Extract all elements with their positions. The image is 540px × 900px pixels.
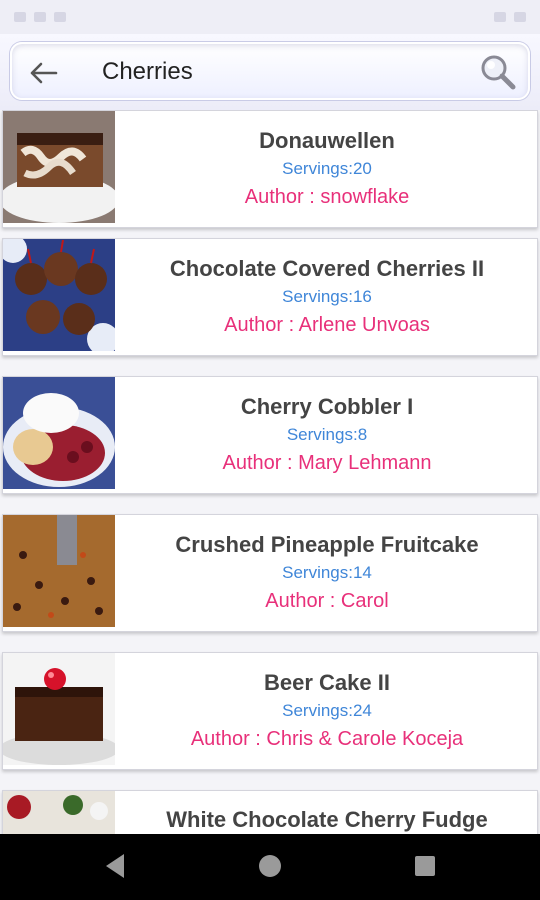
recipe-title: Beer Cake II xyxy=(264,670,390,695)
recipe-servings: Servings:24 xyxy=(282,701,372,720)
recipe-servings: Servings:8 xyxy=(286,425,368,444)
search-icon[interactable] xyxy=(478,52,518,92)
recipe-thumbnail xyxy=(3,653,115,765)
battery-icon xyxy=(514,12,526,22)
notification-icon xyxy=(14,12,26,22)
recipe-card[interactable]: Crushed Pineapple Fruitcake Servings:14 … xyxy=(2,514,538,632)
recipe-title: Chocolate Covered Cherries II xyxy=(169,256,485,281)
recipe-info: Crushed Pineapple Fruitcake Servings:14 … xyxy=(121,515,533,631)
recipe-title: Crushed Pineapple Fruitcake xyxy=(175,532,479,557)
recipe-servings: Servings:20 xyxy=(282,159,372,178)
recipe-info: Beer Cake II Servings:24 Author : Chris … xyxy=(121,653,533,769)
recipe-title: Cherry Cobbler I xyxy=(240,394,414,419)
search-input[interactable] xyxy=(102,54,472,90)
status-left xyxy=(14,12,66,22)
recipe-card[interactable]: Donauwellen Servings:20 Author : snowfla… xyxy=(2,110,538,228)
search-bar xyxy=(0,34,540,110)
recipe-card[interactable]: Beer Cake II Servings:24 Author : Chris … xyxy=(2,652,538,770)
recipe-info: Cherry Cobbler I Servings:8 Author : Mar… xyxy=(121,377,533,493)
status-bar xyxy=(0,0,540,34)
recipe-card[interactable]: Chocolate Covered Cherries II Servings:1… xyxy=(2,238,538,356)
recipe-card[interactable]: Cherry Cobbler I Servings:8 Author : Mar… xyxy=(2,376,538,494)
recipe-servings: Servings:16 xyxy=(282,287,372,306)
square-recents-icon[interactable] xyxy=(412,852,438,880)
recipe-list: Donauwellen Servings:20 Author : snowfla… xyxy=(0,110,540,834)
search-box xyxy=(10,42,530,100)
back-arrow-icon[interactable] xyxy=(28,60,58,86)
recipe-author: Author : Chris & Carole Koceja xyxy=(190,728,464,750)
recipe-card[interactable]: White Chocolate Cherry Fudge xyxy=(2,790,538,834)
recipe-thumbnail xyxy=(3,111,115,223)
notification-icon xyxy=(34,12,46,22)
recipe-thumbnail xyxy=(3,239,115,351)
recipe-thumbnail xyxy=(3,515,115,627)
recipe-author: Author : Arlene Unvoas xyxy=(224,314,430,336)
recipe-thumbnail xyxy=(3,791,115,834)
triangle-back-icon[interactable] xyxy=(102,852,128,880)
recipe-thumbnail xyxy=(3,377,115,489)
recipe-info: Chocolate Covered Cherries II Servings:1… xyxy=(121,239,533,355)
recipe-author: Author : Carol xyxy=(265,590,389,612)
recipe-title: Donauwellen xyxy=(259,128,395,153)
wifi-icon xyxy=(494,12,506,22)
recipe-info: White Chocolate Cherry Fudge xyxy=(121,791,533,834)
status-right xyxy=(494,12,526,22)
recipe-author: Author : snowflake xyxy=(244,186,410,208)
recipe-info: Donauwellen Servings:20 Author : snowfla… xyxy=(121,111,533,227)
recipe-title: White Chocolate Cherry Fudge xyxy=(166,807,488,832)
circle-home-icon[interactable] xyxy=(257,852,283,880)
notification-icon xyxy=(54,12,66,22)
recipe-author: Author : Mary Lehmann xyxy=(222,452,432,474)
navigation-bar xyxy=(0,834,540,900)
recipe-servings: Servings:14 xyxy=(282,563,372,582)
